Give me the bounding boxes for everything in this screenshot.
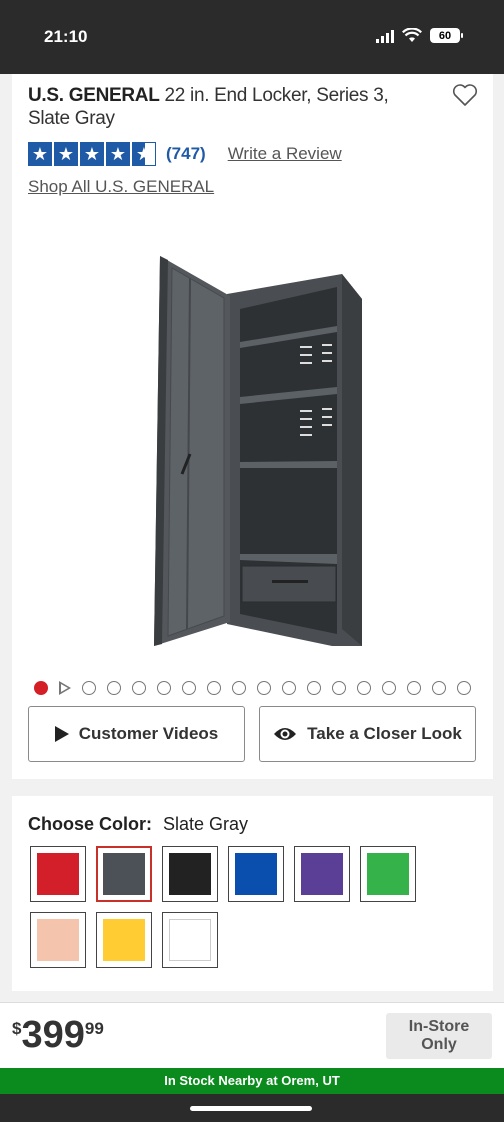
play-icon <box>54 726 69 742</box>
gallery-pagination <box>34 681 471 695</box>
color-swatch-white[interactable] <box>162 912 218 968</box>
gallery-dot[interactable] <box>107 681 121 695</box>
choose-color-heading: Choose Color: Slate Gray <box>28 814 248 835</box>
shop-all-brand-link[interactable]: Shop All U.S. GENERAL <box>28 177 214 197</box>
color-swatch-red[interactable] <box>30 846 86 902</box>
gallery-dot[interactable] <box>132 681 146 695</box>
customer-videos-button[interactable]: Customer Videos <box>28 706 245 762</box>
swatch-fill <box>37 919 79 961</box>
heart-icon[interactable] <box>452 83 478 107</box>
color-swatch-purple[interactable] <box>294 846 350 902</box>
color-swatch-blue[interactable] <box>228 846 284 902</box>
review-count-link[interactable]: (747) <box>166 144 206 164</box>
gallery-dot[interactable] <box>332 681 346 695</box>
price-cents: 99 <box>84 1019 104 1038</box>
gallery-dot[interactable] <box>82 681 96 695</box>
color-selector-card: Choose Color: Slate Gray <box>12 796 493 991</box>
star-icon: ★ <box>54 142 78 166</box>
wifi-icon <box>402 28 422 42</box>
gallery-dot[interactable] <box>432 681 446 695</box>
product-title: U.S. GENERAL 22 in. End Locker, Series 3… <box>28 84 428 130</box>
in-store-label-line1: In-Store <box>408 1018 470 1035</box>
stock-status-bar[interactable]: In Stock Nearby at Orem, UT <box>0 1068 504 1094</box>
star-icon: ★ <box>80 142 104 166</box>
color-swatch-green[interactable] <box>360 846 416 902</box>
swatch-fill <box>169 853 211 895</box>
system-bottom-bar <box>0 1094 504 1122</box>
swatch-fill <box>235 853 277 895</box>
gallery-dot-active[interactable] <box>34 681 48 695</box>
swatch-fill <box>103 853 145 895</box>
gallery-dot[interactable] <box>382 681 396 695</box>
write-review-link[interactable]: Write a Review <box>228 144 342 164</box>
swatch-fill <box>367 853 409 895</box>
selected-color-name: Slate Gray <box>163 814 249 834</box>
gallery-dot[interactable] <box>457 681 471 695</box>
video-play-icon[interactable] <box>59 681 71 695</box>
price-dollars: 399 <box>21 1014 85 1056</box>
gallery-dot[interactable] <box>207 681 221 695</box>
gallery-dot[interactable] <box>282 681 296 695</box>
color-swatch-yellow[interactable] <box>96 912 152 968</box>
status-bar: 21:10 60 <box>0 0 504 74</box>
swatch-fill <box>37 853 79 895</box>
color-swatch-slate-gray[interactable] <box>96 846 152 902</box>
customer-videos-label: Customer Videos <box>78 724 219 743</box>
star-rating[interactable]: ★ ★ ★ ★ ★ <box>28 142 156 166</box>
gallery-dot[interactable] <box>357 681 371 695</box>
gallery-dot[interactable] <box>182 681 196 695</box>
status-time: 21:10 <box>44 27 88 46</box>
gallery-dot[interactable] <box>407 681 421 695</box>
color-swatch-pink[interactable] <box>30 912 86 968</box>
swatch-fill <box>169 919 211 961</box>
status-icons: 60 <box>376 28 463 43</box>
price: $ 399 99 <box>12 1013 104 1057</box>
in-store-only-button[interactable]: In-Store Only <box>386 1013 492 1059</box>
closer-look-button[interactable]: Take a Closer Look <box>259 706 476 762</box>
product-brand: U.S. GENERAL <box>28 85 160 106</box>
gallery-dot[interactable] <box>232 681 246 695</box>
signal-icon <box>376 29 394 43</box>
swatch-fill <box>301 853 343 895</box>
closer-look-label: Take a Closer Look <box>307 724 462 743</box>
choose-color-label: Choose Color: <box>28 814 152 834</box>
gallery-dot[interactable] <box>307 681 321 695</box>
price-footer: $ 399 99 In-Store Only <box>0 1002 504 1068</box>
in-store-label-line2: Only <box>421 1036 457 1053</box>
color-swatch-black[interactable] <box>162 846 218 902</box>
star-icon: ★ <box>106 142 130 166</box>
half-star-icon: ★ <box>132 142 156 166</box>
product-card: U.S. GENERAL 22 in. End Locker, Series 3… <box>12 74 493 779</box>
star-icon: ★ <box>28 142 52 166</box>
rating-row: ★ ★ ★ ★ ★ (747) Write a Review <box>28 142 342 166</box>
gallery-dot[interactable] <box>157 681 171 695</box>
eye-icon <box>274 728 297 740</box>
gallery-dot[interactable] <box>257 681 271 695</box>
home-indicator[interactable] <box>190 1106 312 1111</box>
product-image[interactable] <box>132 254 382 649</box>
battery-icon: 60 <box>430 28 463 43</box>
swatch-fill <box>103 919 145 961</box>
price-currency: $ <box>12 1019 22 1038</box>
